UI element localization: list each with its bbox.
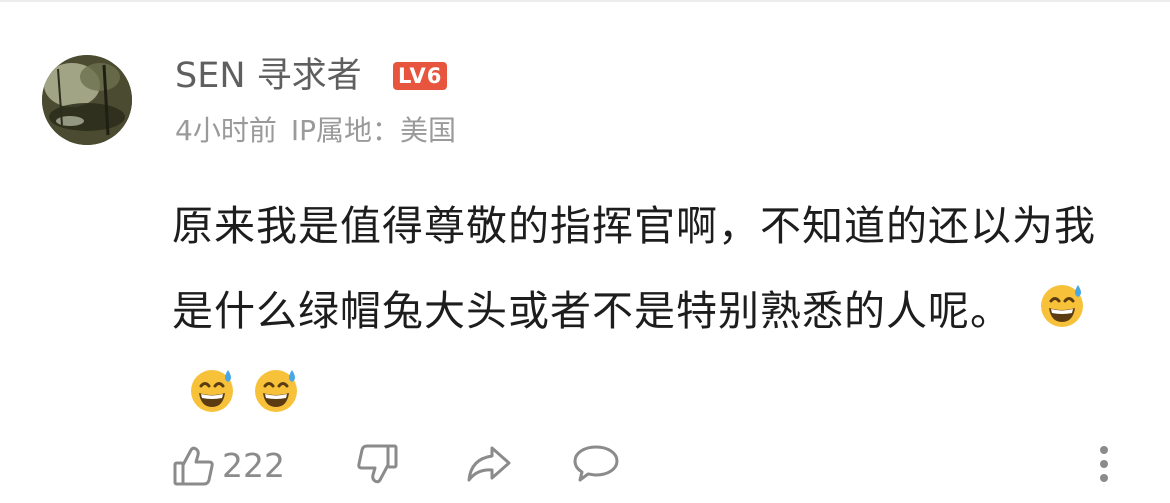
ip-location: IP属地：美国 [290, 114, 456, 147]
share-button[interactable] [465, 442, 513, 486]
comment-meta: 4小时前 IP属地：美国 [175, 112, 456, 150]
comment-time: 4小时前 [175, 114, 277, 147]
level-badge: LV6 [393, 62, 448, 90]
like-button[interactable]: 222 [172, 442, 285, 490]
avatar[interactable] [42, 55, 132, 145]
more-options-button[interactable] [1098, 444, 1110, 484]
grinning-sweat-emoji [252, 366, 300, 414]
dislike-button[interactable] [355, 442, 399, 486]
grinning-sweat-emoji [1038, 281, 1086, 329]
thumbs-up-icon [172, 444, 216, 488]
grinning-sweat-emoji [188, 366, 236, 414]
more-vertical-icon [1098, 444, 1110, 484]
like-count: 222 [222, 446, 285, 485]
avatar-image [42, 55, 132, 145]
comment-text: 原来我是值得尊敬的指挥官啊，不知道的还以为我是什么绿帽兔大头或者不是特别熟悉的人… [172, 202, 1096, 335]
comment-actions: 222 [172, 442, 1132, 490]
reply-button[interactable] [572, 442, 620, 486]
thumbs-down-icon [355, 442, 399, 486]
username[interactable]: SEN 寻求者 [175, 54, 362, 98]
share-arrow-icon [465, 442, 513, 486]
top-divider [0, 0, 1170, 2]
speech-bubble-icon [572, 442, 620, 486]
comment-body: 原来我是值得尊敬的指挥官啊，不知道的还以为我是什么绿帽兔大头或者不是特别熟悉的人… [172, 184, 1107, 439]
